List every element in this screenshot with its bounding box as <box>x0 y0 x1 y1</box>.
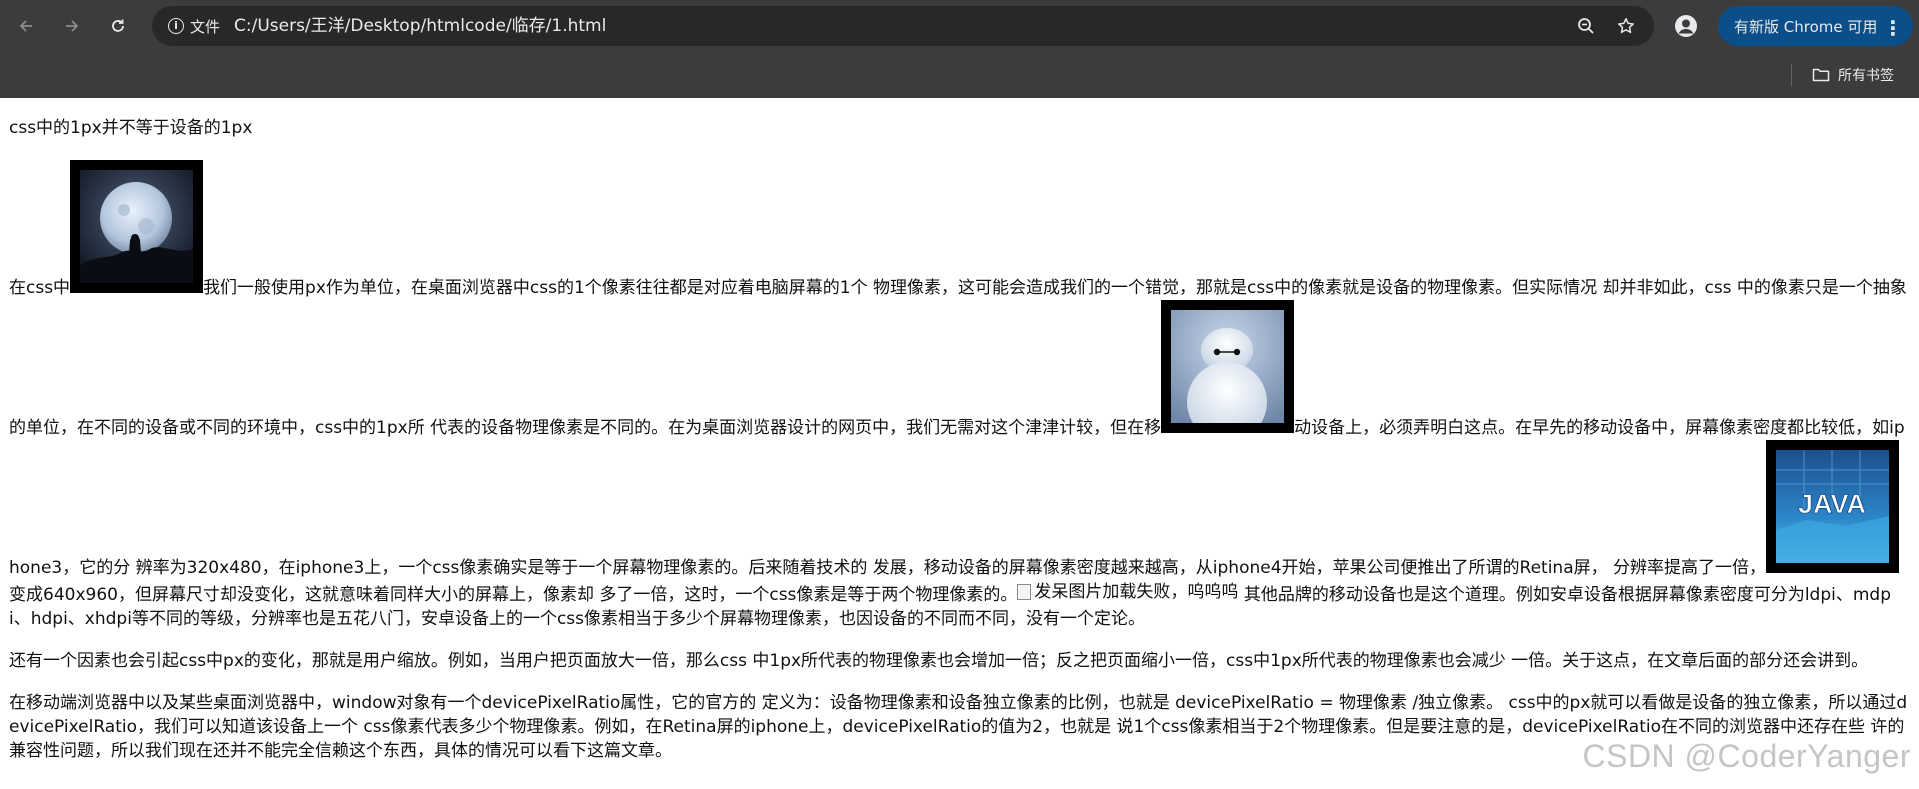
profile-button[interactable] <box>1672 12 1700 40</box>
article-paragraph-2: 还有一个因素也会引起css中px的变化，那就是用户缩放。例如，当用户把页面放大一… <box>9 651 1869 671</box>
paragraph-1-segment-4: 变成640x960，但屏幕尺寸却没变化，这就意味着同样大小的屏幕上，像素却 多了… <box>9 585 1018 605</box>
url-text[interactable]: C:/Users/王洋/Desktop/htmlcode/临存/1.html <box>234 6 606 46</box>
arrow-right-icon <box>66 20 79 32</box>
bookmark-star-button[interactable] <box>1614 14 1638 38</box>
article-paragraph-1: 在css中 我们一般使用px作为单位，在桌面浏览器中css的1个像素往往都是对应… <box>9 160 1909 631</box>
page-content: css中的1px并不等于设备的1px 在css中 我们一般使用px作为单位，在桌… <box>9 98 1909 781</box>
info-icon: i <box>168 18 184 34</box>
zoom-button[interactable] <box>1574 14 1598 38</box>
moon-picture <box>80 170 194 283</box>
paragraph-1-segment-2: 我们一般使用px作为单位，在桌面浏览器中css的1个像素往往都是对应着电脑屏幕的… <box>9 278 1907 438</box>
bookmarks-bar: 所有书签 <box>0 52 1919 98</box>
paragraph-1-segment-1: 在css中 <box>9 278 71 298</box>
all-bookmarks-button[interactable]: 所有书签 <box>1812 62 1894 88</box>
browser-toolbar: i 文件 C:/Users/王洋/Desktop/htmlcode/临存/1.h… <box>0 0 1919 52</box>
article-heading: css中的1px并不等于设备的1px <box>9 118 253 138</box>
forward-button[interactable] <box>58 12 86 40</box>
folder-icon <box>1812 68 1830 82</box>
java-text: JAVA <box>1798 489 1866 519</box>
java-image: JAVA <box>1766 440 1900 573</box>
star-icon <box>1618 18 1634 34</box>
address-bar[interactable]: i 文件 C:/Users/王洋/Desktop/htmlcode/临存/1.h… <box>152 6 1654 46</box>
avatar-icon <box>1675 15 1697 37</box>
broken-image: 发呆图片加载失败，呜呜呜 <box>1017 580 1238 604</box>
more-menu-icon[interactable]: ⋮ <box>1883 16 1903 40</box>
broken-image-alt-text: 发呆图片加载失败，呜呜呜 <box>1034 582 1239 602</box>
csdn-watermark: CSDN @CoderYanger <box>1582 738 1911 774</box>
bookmarks-divider <box>1791 64 1792 86</box>
moon-image <box>70 160 204 293</box>
java-picture: JAVA <box>1776 450 1890 563</box>
baymax-image <box>1161 300 1295 433</box>
chrome-update-button[interactable]: 有新版 Chrome 可用 ⋮ <box>1718 6 1913 46</box>
all-bookmarks-label: 所有书签 <box>1838 68 1894 84</box>
baymax-picture <box>1171 310 1285 423</box>
back-button[interactable] <box>12 12 40 40</box>
broken-image-icon <box>1017 584 1032 600</box>
paragraph-1-segment-3: 动设备上，必须弄明白这点。在早先的移动设备中，屏幕像素密度都比较低，如iphon… <box>9 418 1905 578</box>
browser-chrome: i 文件 C:/Users/王洋/Desktop/htmlcode/临存/1.h… <box>0 0 1919 98</box>
arrow-left-icon <box>19 20 32 32</box>
update-button-label: 有新版 Chrome 可用 <box>1734 17 1878 36</box>
reload-icon <box>112 19 124 32</box>
zoom-out-icon <box>1578 18 1594 34</box>
reload-button[interactable] <box>104 12 132 40</box>
site-info-chip[interactable]: i 文件 <box>162 13 226 39</box>
site-chip-label: 文件 <box>190 17 221 36</box>
